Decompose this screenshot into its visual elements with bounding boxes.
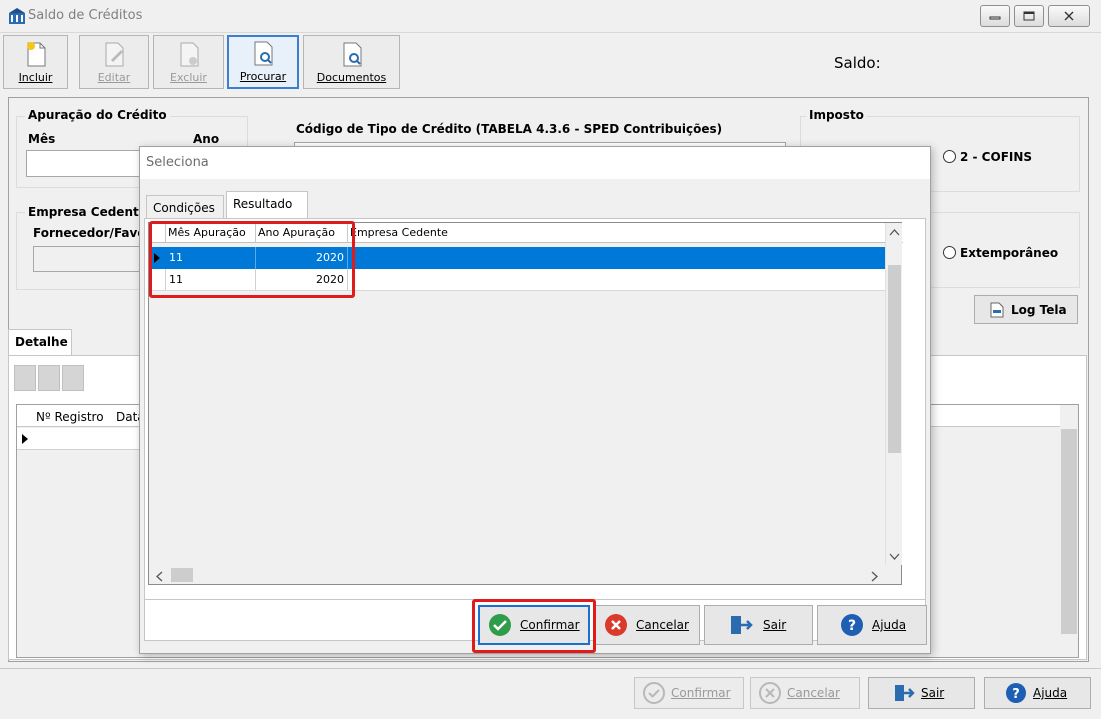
bottom-ajuda-label: Ajuda	[1033, 686, 1068, 700]
tab-detalhe[interactable]: Detalhe	[8, 329, 72, 355]
scroll-up-icon[interactable]	[889, 228, 900, 236]
documentos-label: Documentos	[316, 71, 387, 84]
bottom-cancelar-label: Cancelar	[787, 686, 840, 700]
maximize-button[interactable]	[1014, 5, 1044, 27]
col-registro: Nº Registro	[36, 410, 104, 424]
window-title: Saldo de Créditos	[28, 8, 143, 23]
col-empresa-cedente[interactable]: Empresa Cedente	[348, 223, 900, 243]
confirmar-highlight	[472, 599, 596, 653]
cancel-circle-icon	[605, 614, 627, 636]
bottom-sair-label: Sair	[921, 686, 945, 700]
search-document-icon	[254, 41, 273, 66]
scroll-right-icon[interactable]	[871, 571, 879, 582]
condicoes-label: Condições	[153, 201, 215, 215]
vscroll-thumb[interactable]	[888, 265, 901, 453]
close-icon	[1064, 11, 1074, 21]
sair-label: Sair	[763, 618, 787, 632]
dialog-title-bar: Seleciona	[140, 147, 930, 179]
help-circle-icon: ?	[841, 614, 863, 636]
bottom-confirmar-button[interactable]: Confirmar	[634, 677, 744, 709]
documents-icon	[343, 42, 361, 67]
new-document-icon	[26, 42, 45, 67]
log-tela-button[interactable]: Log Tela	[974, 295, 1078, 324]
hscroll-thumb[interactable]	[171, 568, 193, 582]
bottom-sair-button[interactable]: Sair	[868, 677, 975, 709]
apuracao-title: Apuração do Crédito	[25, 108, 170, 122]
mes-input[interactable]	[26, 150, 146, 177]
columns-highlight	[149, 221, 355, 298]
tab-condicoes[interactable]: Condições	[146, 195, 224, 219]
check-circle-icon	[643, 682, 665, 704]
incluir-label: Incluir	[18, 71, 53, 84]
tab-resultado[interactable]: Resultado	[226, 191, 308, 219]
cancelar-label: Cancelar	[636, 618, 689, 632]
restore-icon	[1023, 11, 1035, 21]
resultado-label: Resultado	[233, 197, 293, 211]
svg-text:?: ?	[1012, 687, 1020, 702]
bottom-ajuda-button[interactable]: ? Ajuda	[984, 677, 1091, 709]
dialog-ajuda-button[interactable]: ? Ajuda	[817, 605, 927, 645]
cofins-label: 2 - COFINS	[960, 150, 1033, 164]
procurar-button[interactable]: Procurar	[227, 35, 299, 89]
exit-door-icon	[895, 685, 915, 701]
minimize-icon	[989, 16, 1001, 20]
extemporaneo-radio[interactable]	[943, 246, 956, 259]
ajuda-label: Ajuda	[872, 618, 907, 632]
detalhe-vscrollbar[interactable]	[1060, 405, 1078, 657]
grid-hscrollbar[interactable]	[149, 566, 885, 584]
mes-label: Mês	[28, 132, 56, 146]
svg-text:?: ?	[848, 618, 856, 634]
title-bar: Saldo de Créditos	[0, 0, 1101, 33]
bottom-cancelar-button[interactable]: Cancelar	[750, 677, 860, 709]
editar-button[interactable]: Editar	[79, 35, 149, 89]
ano-label: Ano	[193, 132, 220, 146]
cofins-radio[interactable]	[943, 150, 956, 163]
seleciona-dialog: Seleciona Condições Resultado Mês Apuraç…	[139, 146, 931, 654]
excluir-label: Excluir	[170, 71, 207, 84]
app-icon	[9, 8, 25, 24]
delete-document-icon	[180, 42, 198, 67]
saldo-label: Saldo:	[834, 54, 881, 72]
cell-empresa	[348, 247, 900, 269]
help-circle-icon: ?	[1006, 683, 1026, 703]
dialog-cancelar-button[interactable]: Cancelar	[595, 605, 700, 645]
scroll-down-icon[interactable]	[889, 553, 900, 561]
documentos-button[interactable]: Documentos	[303, 35, 400, 89]
dialog-sair-button[interactable]: Sair	[704, 605, 813, 645]
grid-vscrollbar[interactable]	[885, 223, 902, 565]
minimize-button[interactable]	[980, 5, 1010, 27]
detalhe-edit-icon[interactable]	[38, 365, 60, 391]
bottom-confirmar-label: Confirmar	[671, 686, 731, 700]
bottom-separator	[0, 668, 1101, 669]
codigo-tipo-label: Código de Tipo de Crédito (TABELA 4.3.6 …	[296, 122, 723, 136]
log-document-icon	[990, 302, 1004, 317]
imposto-title: Imposto	[806, 108, 867, 122]
edit-document-icon	[105, 42, 124, 67]
detalhe-delete-icon[interactable]	[62, 365, 84, 391]
log-tela-label: Log Tela	[1011, 302, 1067, 317]
cancel-circle-icon	[759, 682, 781, 704]
fornecedor-label: Fornecedor/Favo	[33, 226, 146, 240]
fornecedor-input[interactable]	[33, 246, 141, 272]
excluir-button[interactable]: Excluir	[153, 35, 224, 89]
exit-door-icon	[731, 616, 753, 634]
editar-label: Editar	[97, 71, 131, 84]
extemporaneo-label: Extemporâneo	[960, 246, 1059, 260]
close-button[interactable]	[1048, 5, 1090, 27]
scroll-left-icon[interactable]	[155, 571, 163, 582]
detalhe-new-icon[interactable]	[14, 365, 36, 391]
dialog-title: Seleciona	[146, 155, 209, 170]
row-pointer-icon	[22, 434, 28, 444]
detalhe-tab-label: Detalhe	[15, 335, 68, 349]
procurar-label: Procurar	[239, 70, 287, 83]
incluir-button[interactable]: Incluir	[3, 35, 68, 89]
cell-empresa	[348, 269, 900, 291]
empresa-cedente-title: Empresa Cedente	[25, 205, 150, 219]
